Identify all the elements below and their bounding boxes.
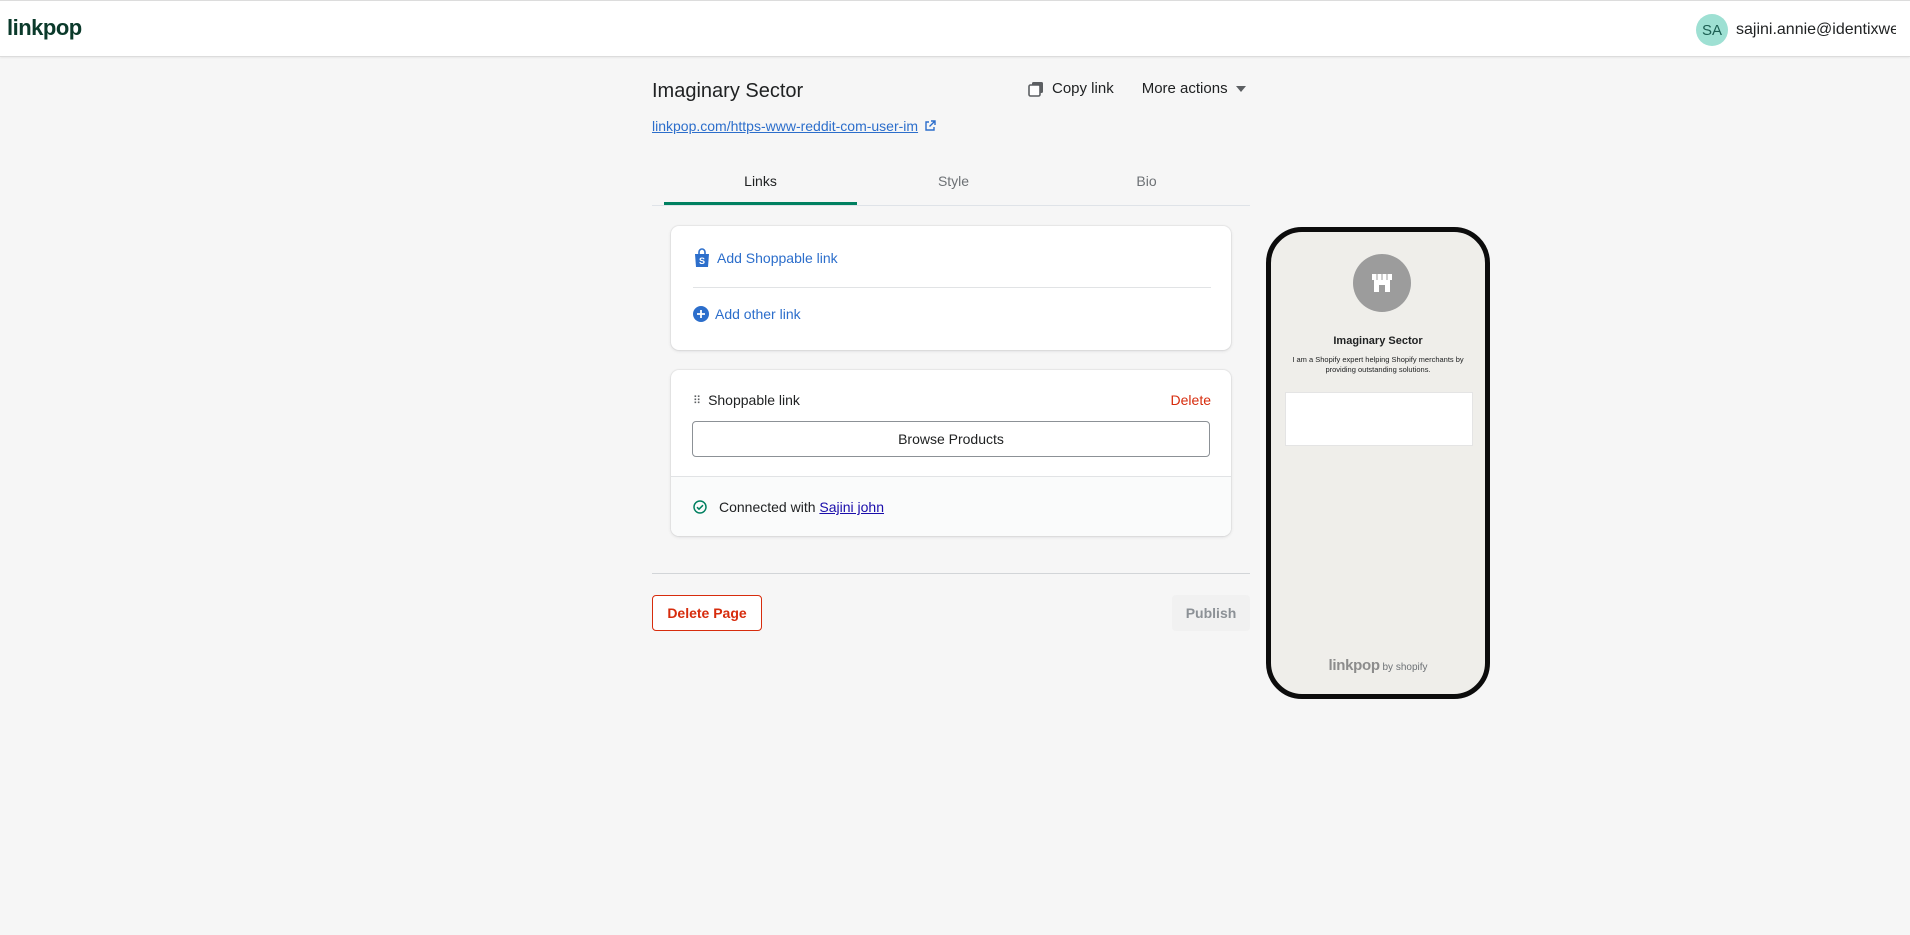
preview-title: Imaginary Sector <box>1333 335 1423 347</box>
connection-status-footer: Connected with Sajini john <box>671 476 1231 536</box>
add-other-link-label: Add other link <box>715 306 801 322</box>
preview-footer: linkpop by shopify <box>1271 657 1485 674</box>
preview-link-card <box>1285 392 1473 446</box>
connected-text: Connected with Sajini john <box>719 499 884 515</box>
add-shoppable-link-label: Add Shoppable link <box>717 250 838 266</box>
preview-logo: linkpop <box>1328 657 1380 674</box>
connection-status: Connected with Sajini john <box>693 499 884 515</box>
drag-handle-icon[interactable]: ⠿ <box>693 394 701 407</box>
delete-page-button[interactable]: Delete Page <box>652 595 762 631</box>
user-menu[interactable]: SA sajini.annie@identixwe... <box>1696 14 1896 46</box>
store-icon <box>1372 274 1392 292</box>
top-bar: linkpop SA sajini.annie@identixwe... <box>0 0 1910 57</box>
more-actions-button[interactable]: More actions <box>1142 80 1246 97</box>
store-avatar <box>1353 254 1411 312</box>
copy-icon <box>1028 81 1043 97</box>
check-circle-icon <box>693 500 707 514</box>
page-url-text[interactable]: linkpop.com/https-www-reddit-com-user-im <box>652 118 918 134</box>
shoppable-link-header: ⠿ Shoppable link <box>693 392 800 408</box>
tab-style[interactable]: Style <box>857 164 1050 205</box>
svg-text:S: S <box>699 256 705 266</box>
plus-circle-icon <box>693 306 709 322</box>
caret-down-icon <box>1235 85 1246 92</box>
more-actions-label: More actions <box>1141 80 1228 97</box>
add-shoppable-link-button[interactable]: S Add Shoppable link <box>693 248 838 268</box>
copy-link-label: Copy link <box>1052 80 1114 97</box>
page-url-link[interactable]: linkpop.com/https-www-reddit-com-user-im <box>652 118 936 134</box>
user-email[interactable]: sajini.annie@identixwe... <box>1736 21 1896 39</box>
tab-links[interactable]: Links <box>664 164 857 205</box>
header-actions: Copy link More actions <box>1028 80 1246 97</box>
publish-button[interactable]: Publish <box>1172 595 1250 631</box>
delete-link-button[interactable]: Delete <box>1171 392 1211 408</box>
preview-footer-suffix: by shopify <box>1382 662 1428 673</box>
linkpop-logo[interactable]: linkpop <box>7 15 82 41</box>
browse-products-button[interactable]: Browse Products <box>692 421 1210 457</box>
add-links-card: S Add Shoppable link Add other link <box>671 226 1231 350</box>
divider <box>652 573 1250 574</box>
divider <box>693 287 1211 288</box>
phone-preview: Imaginary Sector I am a Shopify expert h… <box>1266 227 1490 699</box>
page-title: Imaginary Sector <box>652 80 804 102</box>
tab-bio[interactable]: Bio <box>1050 164 1243 205</box>
copy-link-button[interactable]: Copy link <box>1028 80 1114 97</box>
connected-store-link[interactable]: Sajini john <box>819 499 884 515</box>
connected-prefix: Connected with <box>719 499 816 515</box>
editor-tabs: Links Style Bio <box>652 164 1250 206</box>
shoppable-link-title: Shoppable link <box>708 392 800 408</box>
add-other-link-button[interactable]: Add other link <box>693 306 801 322</box>
shopify-bag-icon: S <box>695 248 709 267</box>
shoppable-link-card: ⠿ Shoppable link Delete Browse Products … <box>671 370 1231 536</box>
external-link-icon <box>925 120 936 131</box>
avatar[interactable]: SA <box>1696 14 1728 46</box>
preview-bio: I am a Shopify expert helping Shopify me… <box>1292 355 1464 374</box>
